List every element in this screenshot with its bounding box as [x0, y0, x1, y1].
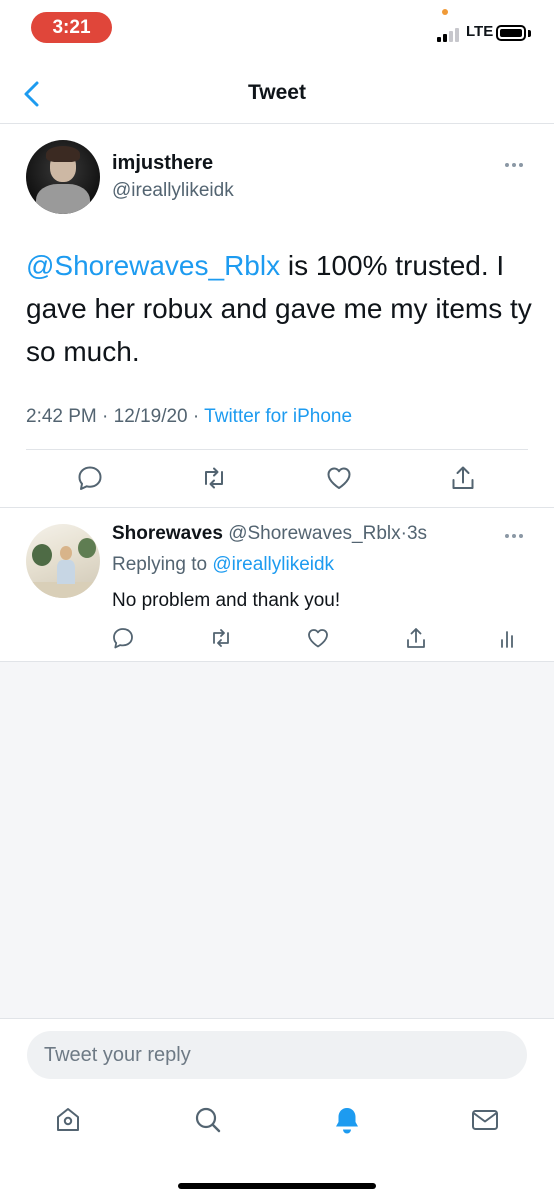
- notifications-icon[interactable]: [331, 1104, 363, 1136]
- reply-icon[interactable]: [111, 626, 135, 650]
- avatar[interactable]: [26, 140, 100, 214]
- more-options-icon[interactable]: [505, 163, 527, 169]
- reply-tweet[interactable]: Shorewaves @Shorewaves_Rblx·3s Replying …: [0, 508, 554, 662]
- messages-icon[interactable]: [469, 1104, 501, 1136]
- share-icon[interactable]: [404, 626, 428, 650]
- like-icon[interactable]: [325, 464, 353, 492]
- reply-icon[interactable]: [76, 464, 104, 492]
- status-time[interactable]: 3:21: [31, 12, 112, 43]
- reply-text: No problem and thank you!: [112, 590, 341, 611]
- tweet-actions: [0, 464, 554, 496]
- tweet-source[interactable]: Twitter for iPhone: [204, 406, 352, 427]
- status-bar: 3:21 LTE: [0, 0, 554, 56]
- like-icon[interactable]: [306, 626, 330, 650]
- battery-nub: [528, 30, 531, 37]
- share-icon[interactable]: [449, 464, 477, 492]
- reply-composer: [0, 1018, 554, 1092]
- tab-bar: [0, 1092, 554, 1200]
- battery-icon: [496, 25, 526, 41]
- avatar[interactable]: [26, 524, 100, 598]
- reply-header: Shorewaves @Shorewaves_Rblx·3s: [112, 523, 427, 545]
- divider: [26, 449, 528, 450]
- tweet-text: @Shorewaves_Rblx is 100% trusted. I gave…: [26, 244, 536, 373]
- reply-author-handle[interactable]: @Shorewaves_Rblx: [228, 523, 400, 544]
- page-title: Tweet: [248, 81, 306, 104]
- network-type: LTE: [466, 23, 494, 40]
- nav-header: Tweet: [0, 64, 554, 124]
- meta-separator: ·: [102, 406, 109, 427]
- more-options-icon[interactable]: [505, 534, 527, 540]
- tweet-date: 12/19/20: [113, 406, 188, 427]
- tweet-time: 2:42 PM: [26, 406, 97, 427]
- retweet-icon[interactable]: [200, 464, 228, 492]
- replying-prefix: Replying to: [112, 554, 208, 575]
- replying-to-link[interactable]: @ireallylikeidk: [212, 554, 334, 575]
- author-handle[interactable]: @ireallylikeidk: [112, 180, 234, 202]
- empty-area: [0, 662, 554, 1018]
- reply-author-name[interactable]: Shorewaves: [112, 523, 223, 544]
- replying-to: Replying to @ireallylikeidk: [112, 554, 334, 576]
- tweet-meta: 2:42 PM · 12/19/20 · Twitter for iPhone: [26, 406, 352, 428]
- reply-age: 3s: [406, 523, 428, 544]
- mention-link[interactable]: @Shorewaves_Rblx: [26, 250, 280, 281]
- home-indicator[interactable]: [178, 1183, 376, 1189]
- author-name[interactable]: imjusthere: [112, 152, 213, 175]
- search-icon[interactable]: [192, 1104, 224, 1136]
- home-icon[interactable]: [52, 1104, 84, 1136]
- main-tweet: imjusthere @ireallylikeidk @Shorewaves_R…: [0, 124, 554, 508]
- privacy-indicator: [442, 9, 448, 15]
- meta-separator: ·: [192, 406, 200, 427]
- analytics-icon[interactable]: [495, 626, 519, 650]
- retweet-icon[interactable]: [209, 626, 233, 650]
- reply-input[interactable]: [27, 1031, 527, 1079]
- cellular-signal-icon: [437, 26, 463, 42]
